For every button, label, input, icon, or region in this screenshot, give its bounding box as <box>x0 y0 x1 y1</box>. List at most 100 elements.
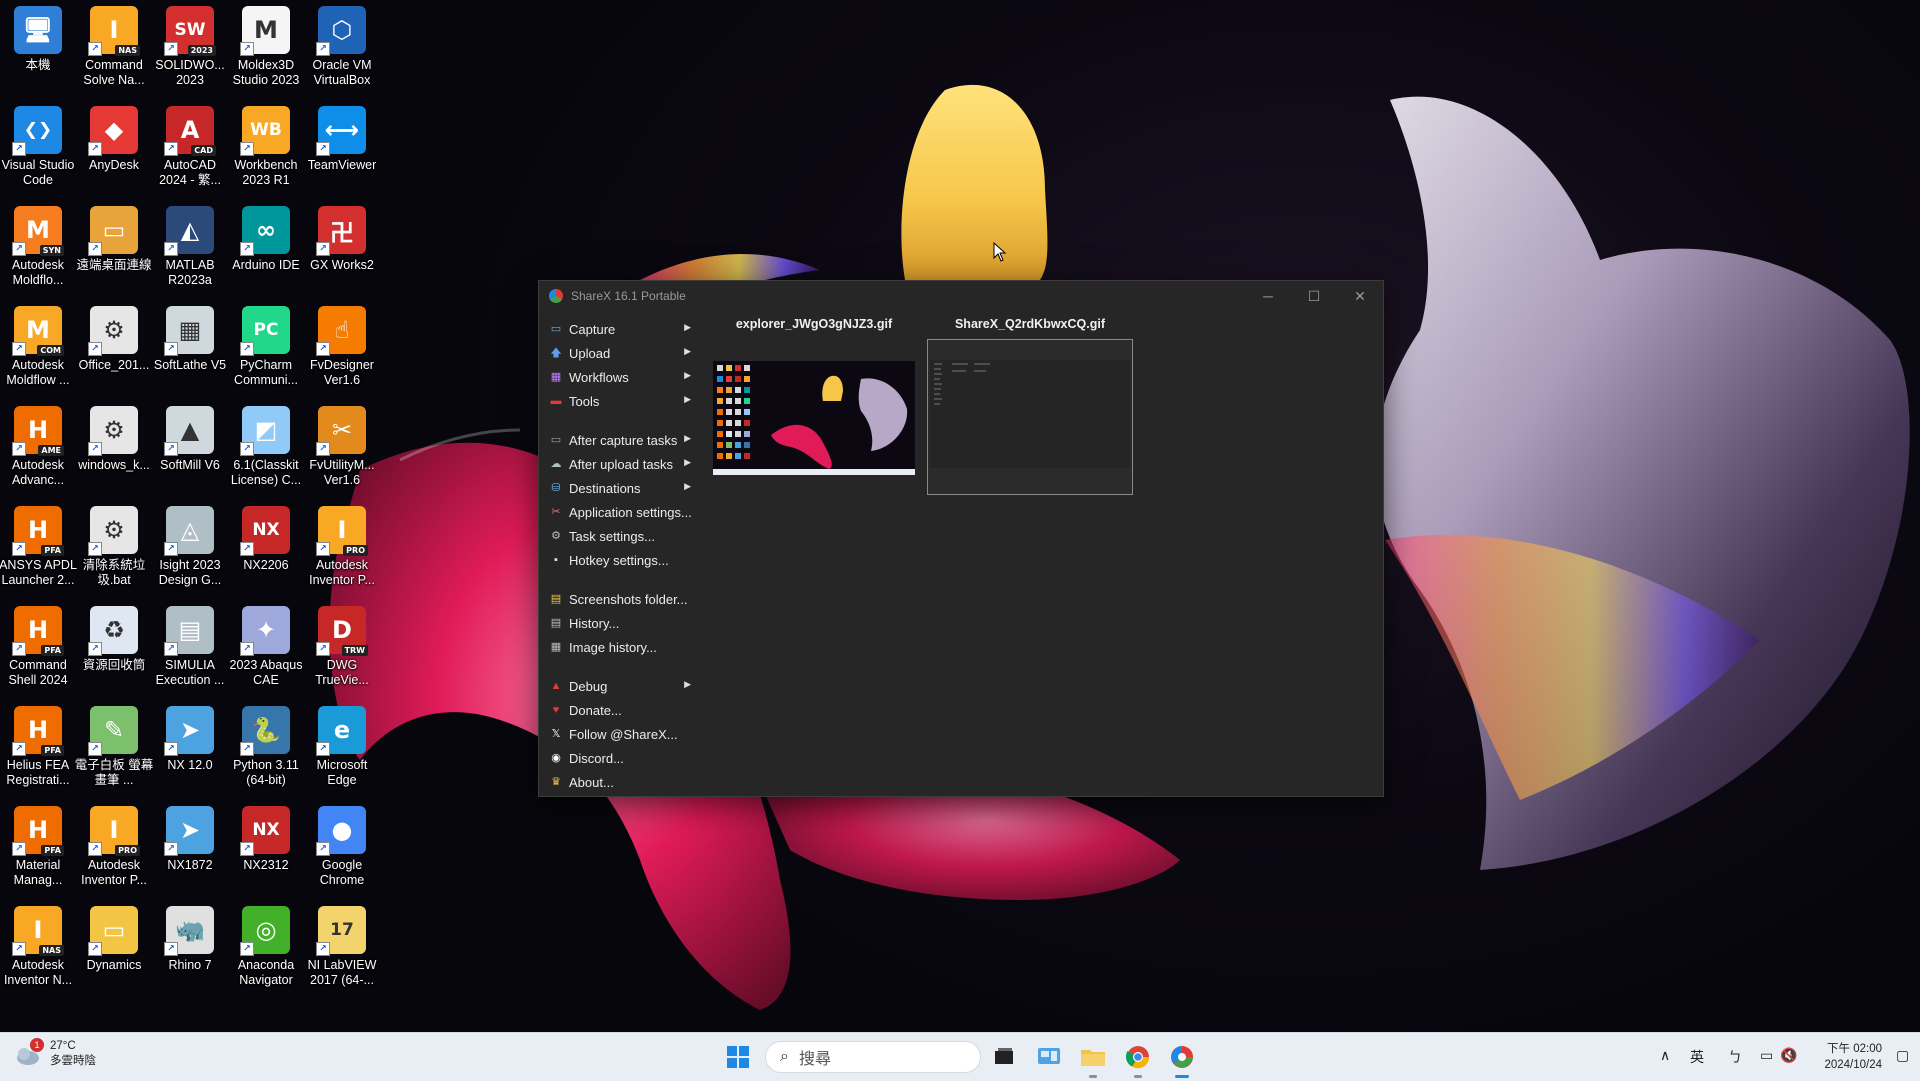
desktop-shortcut[interactable]: ◆ ↗ AnyDesk <box>76 100 152 196</box>
desktop-shortcut[interactable]: ❮❯ ↗ Visual Studio Code <box>0 100 76 196</box>
desktop-shortcut[interactable]: ▭ ↗ Dynamics <box>76 900 152 996</box>
desktop-shortcut[interactable]: A CAD ↗ AutoCAD 2024 - 繁... <box>152 100 228 196</box>
desktop-shortcut[interactable]: NX ↗ NX2206 <box>228 500 304 596</box>
clock[interactable]: 下午 02:00 2024/10/24 <box>1824 1041 1882 1073</box>
ime-mode-indicator[interactable]: ㄅ <box>1728 1047 1742 1067</box>
start-button[interactable] <box>722 1041 754 1073</box>
desktop-shortcut[interactable]: ▦ ↗ SoftLathe V5 <box>152 300 228 396</box>
desktop-shortcut[interactable]: ◭ ↗ MATLAB R2023a <box>152 200 228 296</box>
menu-item-task-settings[interactable]: ⚙ Task settings... <box>543 524 703 548</box>
desktop-shortcut[interactable]: ✂ ↗ FvUtilityM... Ver1.6 <box>304 400 380 496</box>
desktop-shortcut[interactable]: ⚙ ↗ 清除系統垃圾.bat <box>76 500 152 596</box>
desktop-shortcut[interactable]: I PRO ↗ Autodesk Inventor P... <box>76 800 152 896</box>
icon-subtitle-badge: AME <box>38 445 64 456</box>
menu-item-capture[interactable]: ▭ Capture ▶ <box>543 317 703 341</box>
desktop-shortcut[interactable]: M SYN ↗ Autodesk Moldflo... <box>0 200 76 296</box>
ime-indicator[interactable]: 英 <box>1690 1047 1704 1067</box>
weather-widget[interactable]: 1 27°C 多雲時陰 <box>14 1038 96 1069</box>
desktop-shortcut[interactable]: ⚙ ↗ windows_k... <box>76 400 152 496</box>
desktop-shortcut[interactable]: 卍 ↗ GX Works2 <box>304 200 380 296</box>
desktop-shortcut[interactable]: H PFA ↗ Command Shell 2024 <box>0 600 76 696</box>
taskbar-search-box[interactable]: ⌕ 搜尋 <box>765 1041 981 1073</box>
thumbnail-image[interactable] <box>927 339 1133 495</box>
notification-center-icon[interactable]: ▢ <box>1896 1047 1909 1064</box>
desktop-shortcut[interactable]: 🦏 ↗ Rhino 7 <box>152 900 228 996</box>
taskbar-widgets[interactable] <box>1033 1041 1065 1073</box>
taskbar-sharex[interactable] <box>1166 1041 1198 1078</box>
desktop-shortcut[interactable]: ● ↗ Google Chrome <box>304 800 380 896</box>
thumbnail-item-selected[interactable]: ShareX_Q2rdKbwxCQ.gif <box>927 317 1133 495</box>
menu-item-tools[interactable]: ▬ Tools ▶ <box>543 389 703 413</box>
menu-item-application-settings[interactable]: ✂ Application settings... <box>543 500 703 524</box>
menu-item-follow-sharex[interactable]: 𝕏 Follow @ShareX... <box>543 722 703 746</box>
thumbnail-item[interactable]: explorer_JWgO3gNJZ3.gif <box>711 317 917 475</box>
taskbar-task-view[interactable] <box>988 1041 1020 1073</box>
command-shell-icon: H PFA ↗ <box>12 606 64 656</box>
desktop-shortcut[interactable]: H PFA ↗ Helius FEA Registrati... <box>0 700 76 796</box>
taskbar-chrome[interactable] <box>1122 1041 1154 1078</box>
desktop-shortcut[interactable]: ➤ ↗ NX1872 <box>152 800 228 896</box>
desktop-shortcut[interactable]: I NAS ↗ Command Solve Na... <box>76 0 152 96</box>
desktop-shortcut[interactable]: ⟷ ↗ TeamViewer <box>304 100 380 196</box>
menu-item-upload[interactable]: 🡅 Upload ▶ <box>543 341 703 365</box>
desktop-shortcut[interactable]: 17 ↗ NI LabVIEW 2017 (64-... <box>304 900 380 996</box>
desktop-shortcut[interactable]: e ↗ Microsoft Edge <box>304 700 380 796</box>
menu-item-workflows[interactable]: ▦ Workflows ▶ <box>543 365 703 389</box>
menu-item-debug[interactable]: ▲ Debug ▶ <box>543 674 703 698</box>
desktop-shortcut[interactable]: ◬ ↗ Isight 2023 Design G... <box>152 500 228 596</box>
thumbnail-image[interactable] <box>711 339 917 495</box>
desktop-shortcut[interactable]: I NAS ↗ Autodesk Inventor N... <box>0 900 76 996</box>
shortcut-arrow-icon: ↗ <box>164 642 178 656</box>
desktop-shortcut[interactable]: WB ↗ Workbench 2023 R1 <box>228 100 304 196</box>
desktop-shortcut[interactable]: ⚙ ↗ Office_201... <box>76 300 152 396</box>
desktop-shortcut[interactable]: ⬡ ↗ Oracle VM VirtualBox <box>304 0 380 96</box>
minimize-button[interactable]: ─ <box>1245 281 1291 311</box>
menu-item-image-history[interactable]: ▦ Image history... <box>543 635 703 659</box>
desktop-shortcut[interactable]: H PFA ↗ Material Manag... <box>0 800 76 896</box>
desktop-shortcut[interactable]: ▤ ↗ SIMULIA Execution ... <box>152 600 228 696</box>
taskbar-file-explorer[interactable] <box>1077 1041 1109 1078</box>
desktop-shortcut[interactable]: 🖥 本機 <box>0 0 76 96</box>
desktop-shortcut[interactable]: ▭ ↗ 遠端桌面連線 <box>76 200 152 296</box>
desktop-shortcut[interactable]: M ↗ Moldex3D Studio 2023 <box>228 0 304 96</box>
menu-item-after-upload-tasks[interactable]: ☁ After upload tasks ▶ <box>543 452 703 476</box>
menu-item-destinations[interactable]: ⛁ Destinations ▶ <box>543 476 703 500</box>
menu-item-donate[interactable]: ♥ Donate... <box>543 698 703 722</box>
desktop-shortcut[interactable]: D TRW ↗ DWG TrueVie... <box>304 600 380 696</box>
menu-item-label: Capture <box>569 321 616 337</box>
desktop-shortcut[interactable]: ✦ ↗ 2023 Abaqus CAE <box>228 600 304 696</box>
office-settings-icon: ⚙ ↗ <box>88 306 138 356</box>
autodesk-inventor-pro-icon: I PRO ↗ <box>316 506 368 556</box>
desktop-shortcut[interactable]: H AME ↗ Autodesk Advanc... <box>0 400 76 496</box>
window-titlebar[interactable]: ShareX 16.1 Portable ─ ☐ ✕ <box>539 281 1383 311</box>
desktop-shortcut[interactable]: H PFA ↗ ANSYS APDL Launcher 2... <box>0 500 77 596</box>
softlathe-icon: ▦ ↗ <box>164 306 214 356</box>
volume-muted-icon[interactable]: 🔇 <box>1780 1047 1797 1064</box>
chevron-up-icon[interactable]: ∧ <box>1660 1047 1670 1064</box>
menu-item-history[interactable]: ▤ History... <box>543 611 703 635</box>
desktop-shortcut[interactable]: 🐍 ↗ Python 3.11 (64-bit) <box>228 700 304 796</box>
maximize-button[interactable]: ☐ <box>1291 281 1337 311</box>
desktop-shortcut[interactable]: ♻ ↗ 資源回收筒 <box>76 600 152 696</box>
desktop-shortcut[interactable]: M COM ↗ Autodesk Moldflow ... <box>0 300 76 396</box>
desktop-shortcut[interactable]: ✎ ↗ 電子白板 螢幕畫筆 ... <box>75 700 153 796</box>
desktop-shortcut[interactable]: NX ↗ NX2312 <box>228 800 304 896</box>
icon-subtitle-badge: NAS <box>39 945 64 956</box>
desktop-shortcut[interactable]: I PRO ↗ Autodesk Inventor P... <box>304 500 380 596</box>
menu-item-hotkey-settings[interactable]: ▪ Hotkey settings... <box>543 548 703 572</box>
desktop-shortcut[interactable]: ▲ ↗ SoftMill V6 <box>152 400 228 496</box>
shortcut-arrow-icon: ↗ <box>12 542 26 556</box>
menu-item-discord[interactable]: ◉ Discord... <box>543 746 703 770</box>
desktop-shortcut[interactable]: ☝ ↗ FvDesigner Ver1.6 <box>304 300 380 396</box>
desktop-shortcut[interactable]: ◎ ↗ Anaconda Navigator <box>228 900 304 996</box>
menu-item-about[interactable]: ♛ About... <box>543 770 703 794</box>
desktop-shortcut[interactable]: SW 2023 ↗ SOLIDWO... 2023 <box>152 0 228 96</box>
network-icon[interactable]: ▭ <box>1760 1047 1773 1064</box>
close-button[interactable]: ✕ <box>1337 281 1383 311</box>
menu-item-screenshots-folder[interactable]: ▤ Screenshots folder... <box>543 587 703 611</box>
desktop-shortcut[interactable]: PC ↗ PyCharm Communi... <box>228 300 304 396</box>
desktop-shortcut[interactable]: ➤ ↗ NX 12.0 <box>152 700 228 796</box>
desktop-shortcut[interactable]: ∞ ↗ Arduino IDE <box>228 200 304 296</box>
desktop-shortcut[interactable]: ◩ ↗ 6.1(Classkit License) C... <box>228 400 304 496</box>
menu-item-after-capture-tasks[interactable]: ▭ After capture tasks ▶ <box>543 428 703 452</box>
